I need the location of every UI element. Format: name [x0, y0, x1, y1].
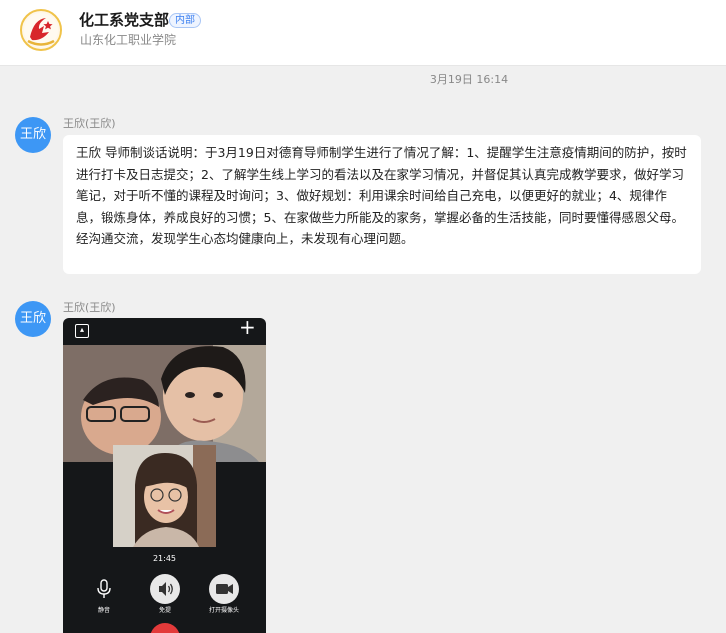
speaker-label: 免提: [158, 607, 171, 614]
plus-icon: +: [239, 318, 256, 339]
video-call-image[interactable]: ▴ + 21:45 静音 免提 打开摄像头: [63, 318, 266, 633]
mute-label: 静音: [97, 607, 110, 614]
call-duration: 21:45: [152, 554, 177, 563]
sender-name: 王欣(王欣): [63, 117, 116, 130]
collapse-icon: ▴: [75, 324, 89, 338]
self-video-feed: [113, 445, 216, 547]
hangup-icon[interactable]: [150, 623, 180, 633]
message-timestamp: 3月19日 16:14: [429, 73, 509, 86]
mute-button[interactable]: 静音: [84, 574, 124, 615]
camera-label: 打开摄像头: [208, 607, 239, 614]
speaker-icon: [150, 574, 180, 604]
microphone-icon: [89, 574, 119, 604]
party-emblem-icon[interactable]: [20, 9, 62, 51]
message-bubble[interactable]: 王欣 导师制谈话说明：于3月19日对德育导师制学生进行了情况了解：1、提醒学生注…: [63, 135, 701, 274]
group-subtitle: 山东化工职业学院: [80, 33, 177, 47]
camera-icon: [209, 574, 239, 604]
group-title: 化工系党支部: [79, 11, 170, 29]
internal-badge: 内部: [169, 13, 201, 28]
message-text: 王欣 导师制谈话说明：于3月19日对德育导师制学生进行了情况了解：1、提醒学生注…: [76, 145, 687, 247]
chat-header: 化工系党支部 内部 山东化工职业学院: [0, 0, 726, 66]
camera-button[interactable]: 打开摄像头: [204, 574, 244, 615]
speaker-button[interactable]: 免提: [145, 574, 185, 615]
sender-name: 王欣(王欣): [63, 301, 116, 314]
sender-avatar[interactable]: 王欣: [15, 301, 51, 337]
sender-avatar[interactable]: 王欣: [15, 117, 51, 153]
